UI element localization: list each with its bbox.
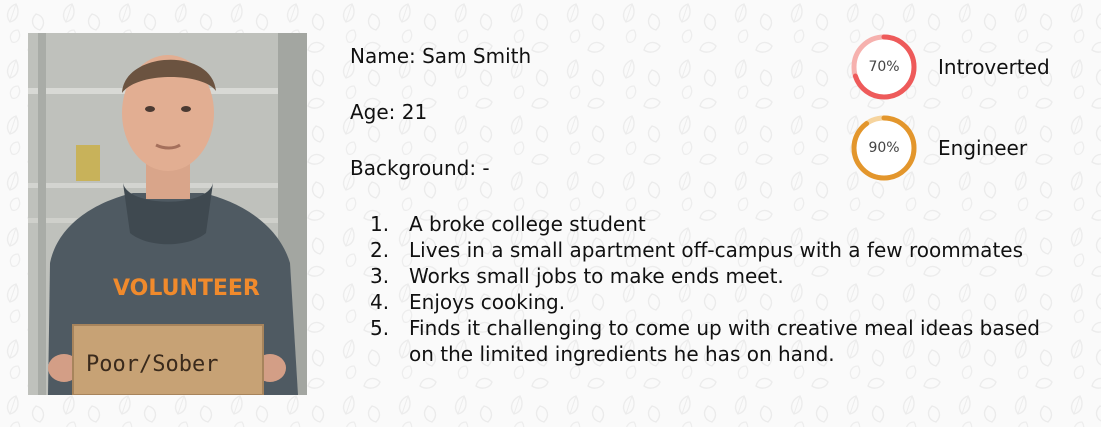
progress-ring: 90% [850, 114, 918, 182]
cardboard-sign-text: Poor/Sober [86, 352, 218, 377]
shirt-print-text: VOLUNTEER [113, 276, 260, 301]
list-item-number: 1. [370, 212, 390, 236]
background-list-item: 5. Finds it challenging to come up with … [350, 315, 1070, 367]
list-item-number: 2. [370, 238, 390, 262]
list-item-number: 3. [370, 264, 390, 288]
persona-age: Age: 21 [350, 100, 428, 124]
progress-ring: 70% [850, 33, 918, 101]
persona-photo: VOLUNTEER Poor/Sober [28, 33, 307, 395]
stat-percentage: 90% [868, 140, 900, 156]
stat-percentage: 70% [868, 59, 900, 75]
persona-background-heading: Background: - [350, 156, 490, 180]
background-list-item: 1. A broke college student [350, 211, 1070, 237]
stat-introverted: 70% Introverted [850, 33, 1050, 101]
background-list-item: 2. Lives in a small apartment off-campus… [350, 237, 1070, 263]
stat-label: Introverted [938, 55, 1050, 79]
background-list-item: 3. Works small jobs to make ends meet. [350, 263, 1070, 289]
list-item-text: Enjoys cooking. [409, 290, 566, 314]
list-item-text: Works small jobs to make ends meet. [409, 264, 784, 288]
list-item-text: A broke college student [409, 212, 646, 236]
list-item-number: 4. [370, 290, 390, 314]
list-item-text: Lives in a small apartment off-campus wi… [409, 238, 1024, 262]
persona-name: Name: Sam Smith [350, 44, 532, 68]
stat-engineer: 90% Engineer [850, 114, 1027, 182]
stat-label: Engineer [938, 136, 1028, 160]
list-item-text: Finds it challenging to come up with cre… [409, 316, 1040, 366]
background-list: 1. A broke college student 2. Lives in a… [350, 211, 1070, 367]
list-item-number: 5. [370, 316, 390, 340]
background-list-item: 4. Enjoys cooking. [350, 289, 1070, 315]
